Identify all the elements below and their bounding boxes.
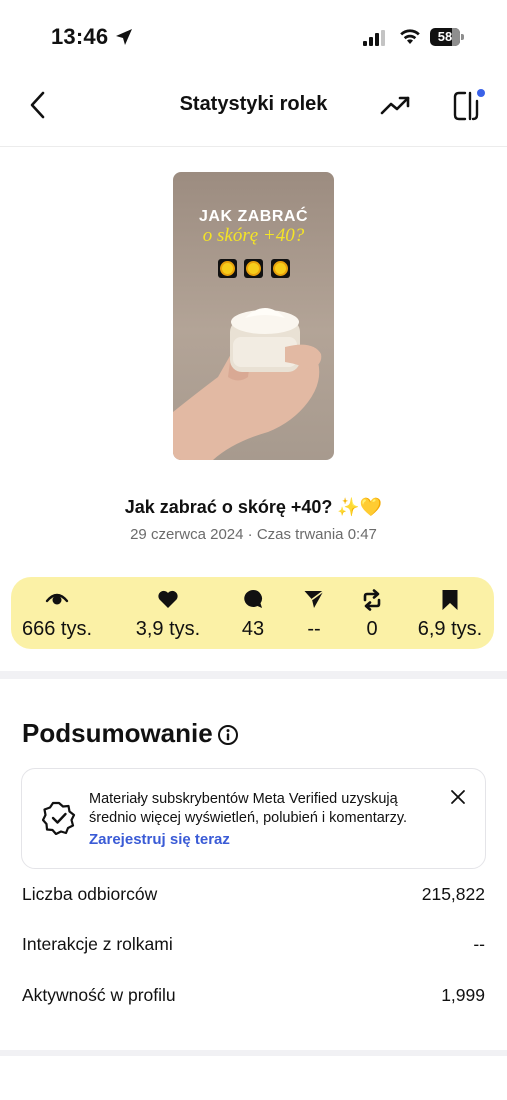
hand-holding-cream-jar-image	[173, 308, 322, 460]
sunflower-emoji-icon	[271, 259, 290, 278]
repost-icon	[363, 589, 381, 611]
stats-bar: 666 tys. 3,9 tys. 43 -- 0 6,9 tys.	[11, 577, 494, 649]
cellular-signal-icon	[363, 30, 385, 46]
metric-label: Aktywność w profilu	[22, 985, 176, 1005]
meta-verified-banner: Materiały subskrybentów Meta Verified uz…	[21, 768, 486, 869]
metric-row-reel-interactions[interactable]: Interakcje z rolkami --	[22, 934, 485, 958]
stat-value: 666 tys.	[21, 618, 93, 640]
metric-label: Interakcje z rolkami	[22, 934, 173, 954]
stat-reposts[interactable]: 0	[348, 577, 396, 649]
register-now-link[interactable]: Zarejestruj się teraz	[89, 831, 230, 848]
stat-saves[interactable]: 6,9 tys.	[406, 577, 494, 649]
battery-level: 58	[437, 29, 453, 44]
thumbnail-title-line2: o skórę +40?	[202, 225, 305, 246]
metric-value: --	[473, 934, 485, 954]
trending-icon[interactable]	[380, 92, 412, 118]
metric-value: 1,999	[441, 985, 485, 1005]
summary-heading: Podsumowanie	[22, 718, 213, 748]
battery-icon: 58	[430, 28, 464, 46]
stat-value: 6,9 tys.	[417, 618, 483, 640]
stat-views[interactable]: 666 tys.	[11, 577, 103, 649]
eye-icon	[45, 593, 69, 605]
banner-message: Materiały subskrybentów Meta Verified uz…	[89, 791, 408, 826]
metric-row-audience[interactable]: Liczba odbiorców 215,822	[22, 884, 485, 908]
share-icon	[304, 590, 324, 608]
sunflower-emoji-icon	[244, 259, 263, 278]
metric-value: 215,822	[421, 884, 485, 904]
header-divider	[0, 146, 507, 147]
bookmark-icon	[442, 590, 458, 610]
info-icon[interactable]	[217, 724, 239, 746]
sunflower-emoji-icon	[218, 259, 237, 278]
status-time: 13:46	[51, 24, 109, 49]
reel-date-duration: 29 czerwca 2024 · Czas trwania 0:47	[130, 526, 377, 543]
reel-thumbnail[interactable]: JAK ZABRAĆ o skórę +40?	[173, 172, 334, 460]
reel-caption: Jak zabrać o skórę +40? ✨💛	[124, 497, 383, 517]
heart-icon	[158, 590, 178, 608]
wifi-icon	[400, 29, 420, 44]
section-divider	[0, 1050, 507, 1056]
verified-badge-icon	[42, 801, 76, 835]
page-title: Statystyki rolek	[179, 93, 328, 115]
location-arrow-icon	[116, 29, 132, 45]
comment-icon	[244, 590, 263, 608]
close-icon[interactable]	[450, 789, 466, 805]
metric-row-profile-activity[interactable]: Aktywność w profilu 1,999	[22, 985, 485, 1009]
section-divider	[0, 671, 507, 679]
thumbnail-title-line1: JAK ZABRAĆ	[199, 208, 308, 225]
metric-label: Liczba odbiorców	[22, 884, 158, 904]
reels-insights-icon[interactable]	[452, 88, 488, 122]
